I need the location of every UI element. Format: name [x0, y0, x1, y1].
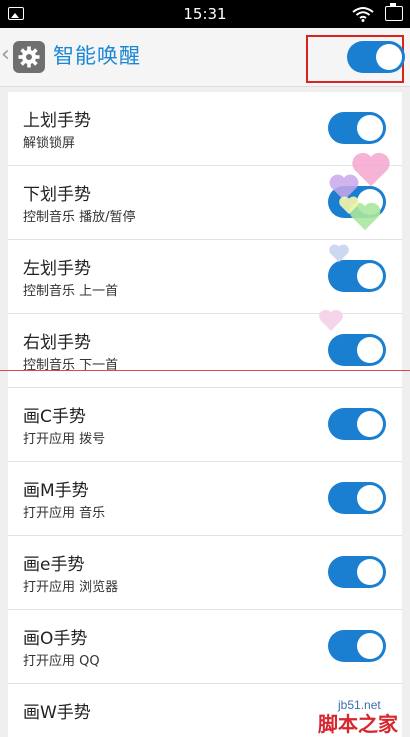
gesture-row-c[interactable]: 画C手势 打开应用 拨号	[8, 388, 402, 462]
gesture-title: 画C手势	[23, 407, 86, 427]
gesture-toggle[interactable]	[328, 482, 386, 514]
master-toggle[interactable]	[347, 41, 405, 73]
gesture-subtitle: 解锁锁屏	[23, 136, 76, 151]
gesture-row-e[interactable]: 画e手势 打开应用 浏览器	[8, 536, 402, 610]
gesture-row-up[interactable]: 上划手势 解锁锁屏	[8, 92, 402, 166]
gesture-title: 画M手势	[23, 481, 89, 501]
gesture-subtitle: 控制音乐 播放/暂停	[23, 210, 136, 225]
gesture-toggle[interactable]	[328, 260, 386, 292]
gesture-title: 右划手势	[23, 333, 91, 353]
page-title: 智能唤醒	[53, 44, 141, 68]
status-time: 15:31	[183, 5, 227, 23]
gesture-toggle[interactable]	[328, 408, 386, 440]
gesture-row-m[interactable]: 画M手势 打开应用 音乐	[8, 462, 402, 536]
gesture-toggle[interactable]	[328, 630, 386, 662]
gesture-toggle[interactable]	[328, 112, 386, 144]
gesture-toggle[interactable]	[328, 334, 386, 366]
gesture-toggle[interactable]	[328, 556, 386, 588]
battery-icon	[385, 3, 403, 21]
gesture-title: 画W手势	[23, 703, 91, 723]
gesture-subtitle: 打开应用 音乐	[23, 506, 106, 521]
gesture-title: 上划手势	[23, 111, 91, 131]
back-chevron-icon[interactable]: ‹	[1, 41, 10, 69]
gesture-subtitle: 打开应用 拨号	[23, 432, 106, 447]
gesture-title: 下划手势	[23, 185, 91, 205]
gesture-title: 画e手势	[23, 555, 85, 575]
gesture-row-o[interactable]: 画O手势 打开应用 QQ	[8, 610, 402, 684]
gesture-subtitle: 控制音乐 上一首	[23, 284, 119, 299]
heart-icon	[329, 244, 349, 263]
heart-icon	[319, 309, 343, 331]
gesture-title: 画O手势	[23, 629, 88, 649]
settings-gear-icon	[13, 41, 45, 73]
gesture-title: 左划手势	[23, 259, 91, 279]
app-header: ‹ 智能唤醒	[0, 28, 410, 87]
gesture-subtitle: 控制音乐 下一首	[23, 358, 119, 373]
status-bar: 15:31	[0, 0, 410, 28]
watermark-name: 脚本之家	[318, 712, 398, 736]
heart-icon	[339, 196, 359, 215]
gesture-subtitle: 打开应用 QQ	[23, 654, 100, 669]
wifi-icon	[352, 7, 374, 22]
red-divider-line	[0, 370, 410, 371]
gesture-subtitle: 打开应用 浏览器	[23, 580, 119, 595]
